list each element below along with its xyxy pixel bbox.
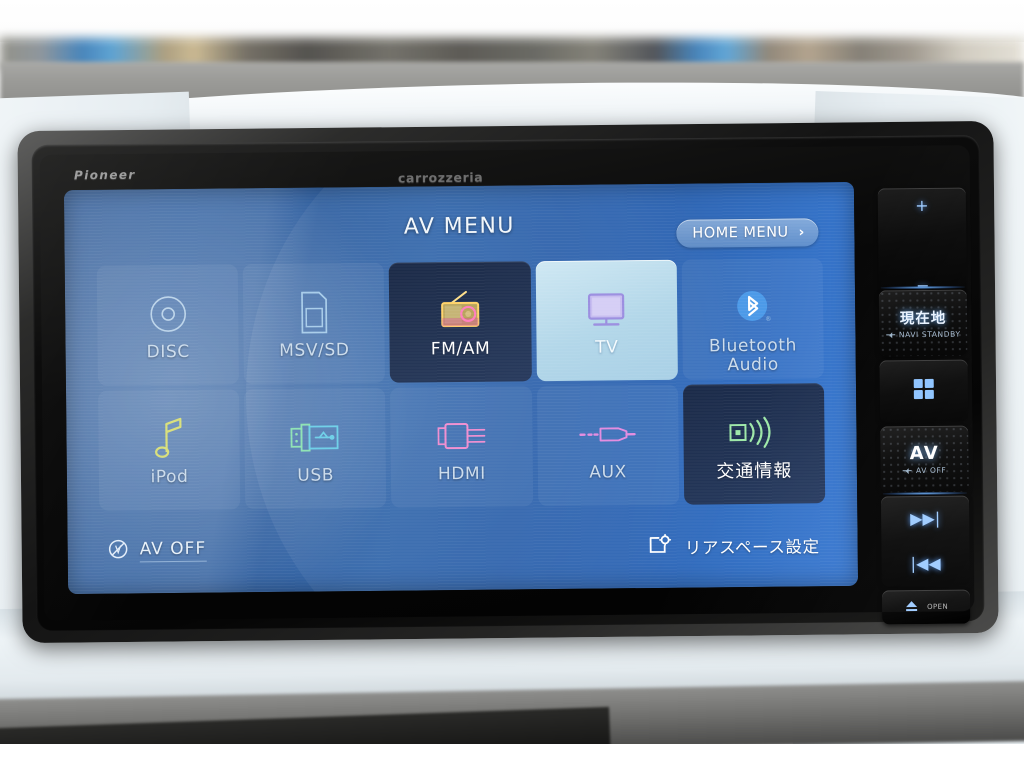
bluetooth-icon: ® [729, 281, 776, 335]
chevron-right-icon: › [798, 224, 805, 241]
image-bottom-white-band [0, 744, 1024, 768]
radio-icon [433, 284, 488, 339]
hard-key-column: + − 現在地 NAVI STANDBY AV [864, 181, 979, 634]
tile-disc[interactable]: DISC [96, 264, 240, 386]
track-buttons[interactable]: ▶▶| |◀◀ [880, 495, 970, 587]
tile-usb[interactable]: USB [244, 387, 387, 510]
tile-hdmi[interactable]: HDMI [390, 386, 533, 508]
music-note-icon [149, 412, 190, 466]
eject-icon [904, 598, 919, 617]
tile-msv-sd[interactable]: MSV/SD [242, 262, 386, 385]
screenshot-root: Pioneer carrozzeria AV MENU HOME MENU › [0, 0, 1024, 768]
tile-label: AUX [589, 462, 627, 483]
windshield-top [0, 0, 1024, 42]
navi-button-label: 現在地 [899, 310, 947, 328]
sd-card-icon [294, 285, 335, 339]
traffic-info-icon [725, 406, 784, 461]
long-press-arrow-icon [886, 332, 896, 338]
carrozzeria-logo: carrozzeria [397, 169, 484, 186]
av-source-button[interactable]: AV AV OFF [880, 425, 969, 493]
grid-apps-icon [913, 378, 935, 404]
rear-space-settings-icon [649, 533, 675, 560]
rear-space-settings-label: リアスペース設定 [684, 537, 820, 558]
tile-label: MSV/SD [279, 340, 350, 361]
navi-current-location-button[interactable]: 現在地 NAVI STANDBY [878, 289, 968, 357]
tile-fm-am[interactable]: FM/AM [389, 261, 532, 383]
rear-space-settings-button[interactable]: リアスペース設定 [649, 532, 820, 560]
tile-label: HDMI [437, 463, 486, 485]
pioneer-logo: Pioneer [73, 167, 136, 183]
av-off-label: AV OFF [139, 538, 207, 563]
lcd-touchscreen[interactable]: AV MENU HOME MENU › DISC MSV/SD FM/AM TV… [63, 181, 859, 595]
hdmi-icon [432, 409, 491, 464]
tile-label: 交通情報 [716, 460, 793, 483]
home-menu-button[interactable]: HOME MENU › [676, 218, 819, 248]
tile-label: FM/AM [430, 338, 491, 360]
tile-label: Bluetooth Audio [708, 335, 798, 376]
disc-icon [145, 287, 192, 341]
av-off-icon [108, 538, 129, 563]
av-menu-screen: AV MENU HOME MENU › DISC MSV/SD FM/AM TV… [78, 192, 844, 584]
av-button-label: AV [909, 442, 940, 465]
usb-icon [287, 410, 344, 465]
source-tile-grid: DISC MSV/SD FM/AM TV ® Bluetooth Audio i… [96, 258, 826, 511]
aux-plug-icon [576, 407, 639, 462]
long-press-arrow-icon [903, 468, 913, 474]
tile-label: iPod [150, 466, 189, 488]
tile-ipod[interactable]: iPod [98, 389, 241, 511]
next-track-button[interactable]: ▶▶| [910, 508, 940, 527]
previous-track-button[interactable]: |◀◀ [911, 553, 941, 572]
av-off-button[interactable]: AV OFF [108, 538, 207, 564]
volume-up-button[interactable]: + [915, 196, 929, 215]
eject-open-label: OPEN [927, 602, 949, 611]
tile-label: DISC [146, 341, 190, 363]
apps-menu-button[interactable] [879, 359, 969, 423]
navi-standby-sublabel: NAVI STANDBY [886, 330, 961, 340]
tile-tv[interactable]: TV [535, 259, 678, 382]
svg-text:®: ® [766, 316, 772, 323]
tile-aux[interactable]: AUX [536, 384, 680, 507]
av-off-sublabel: AV OFF [903, 466, 946, 475]
tile-label: TV [595, 337, 619, 358]
tv-icon [579, 282, 634, 337]
tile-bluetooth-audio[interactable]: ® Bluetooth Audio [681, 258, 824, 380]
home-menu-label: HOME MENU [692, 224, 789, 242]
tile-label: USB [297, 465, 335, 486]
eject-open-button[interactable]: OPEN [881, 589, 971, 625]
tile-traffic-info[interactable]: 交通情報 [682, 383, 826, 505]
